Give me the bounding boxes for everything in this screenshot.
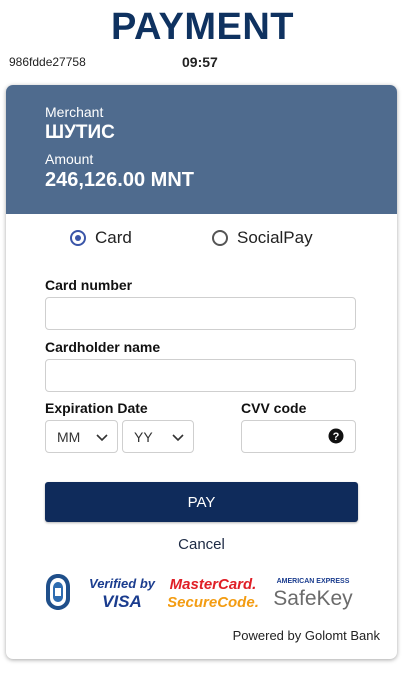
amex-safekey-logo: AMERICAN EXPRESS SafeKey <box>273 578 353 610</box>
session-id: 986fdde27758 <box>9 55 86 69</box>
verified-by-text: Verified by <box>89 576 156 591</box>
security-logos: Verified by VISA MasterCard. SecureCode.… <box>6 570 397 615</box>
svg-text:?: ? <box>333 431 340 443</box>
card-number-label: Card number <box>45 277 133 293</box>
expiration-date-label: Expiration Date <box>45 400 148 416</box>
visa-text: VISA <box>102 592 142 611</box>
cardholder-name-label: Cardholder name <box>45 339 161 355</box>
card-radio[interactable]: Card <box>70 228 132 248</box>
question-icon[interactable]: ? <box>328 428 344 444</box>
payment-card: Merchant ШУТИС Amount 246,126.00 MNT Car… <box>6 85 397 659</box>
chevron-down-icon <box>96 434 108 442</box>
expiry-month-value: MM <box>57 428 81 445</box>
amount-value: 246,126.00 MNT <box>45 169 194 191</box>
cancel-link[interactable]: Cancel <box>6 536 397 553</box>
mastercard-securecode-logo: MasterCard. SecureCode. <box>168 576 258 611</box>
powered-by-text: Powered by Golomt Bank <box>232 628 380 643</box>
cvv-label: CVV code <box>241 400 307 416</box>
expiry-year-value: YY <box>134 428 153 445</box>
socialpay-radio[interactable]: SocialPay <box>212 228 313 248</box>
radio-checked-icon <box>70 230 86 246</box>
merchant-name: ШУТИС <box>45 122 115 143</box>
cardholder-name-input[interactable] <box>45 359 356 392</box>
amount-label: Amount <box>45 151 94 167</box>
expiry-month-select[interactable]: MM <box>45 420 118 453</box>
chevron-down-icon <box>172 434 184 442</box>
card-radio-label: Card <box>95 228 132 247</box>
securecode-text: SecureCode. <box>168 594 258 611</box>
verified-by-visa-logo: Verified by VISA <box>89 576 156 611</box>
amex-text: AMERICAN EXPRESS <box>277 578 350 585</box>
safekey-text: SafeKey <box>273 587 353 610</box>
countdown-timer: 09:57 <box>182 54 218 70</box>
card-number-input[interactable] <box>45 297 356 330</box>
bank-seal-icon <box>46 574 70 610</box>
radio-unchecked-icon <box>212 230 228 246</box>
page-title: PAYMENT <box>111 6 294 48</box>
pay-button[interactable]: PAY <box>45 482 358 522</box>
cancel-label: Cancel <box>178 536 225 553</box>
cvv-field: ? <box>241 420 356 453</box>
merchant-header: Merchant ШУТИС Amount 246,126.00 MNT <box>6 85 397 214</box>
mastercard-text: MasterCard. <box>170 576 257 593</box>
merchant-label: Merchant <box>45 104 104 120</box>
payment-method-selector: Card SocialPay <box>6 228 397 250</box>
socialpay-radio-label: SocialPay <box>237 228 313 247</box>
expiry-year-select[interactable]: YY <box>122 420 194 453</box>
